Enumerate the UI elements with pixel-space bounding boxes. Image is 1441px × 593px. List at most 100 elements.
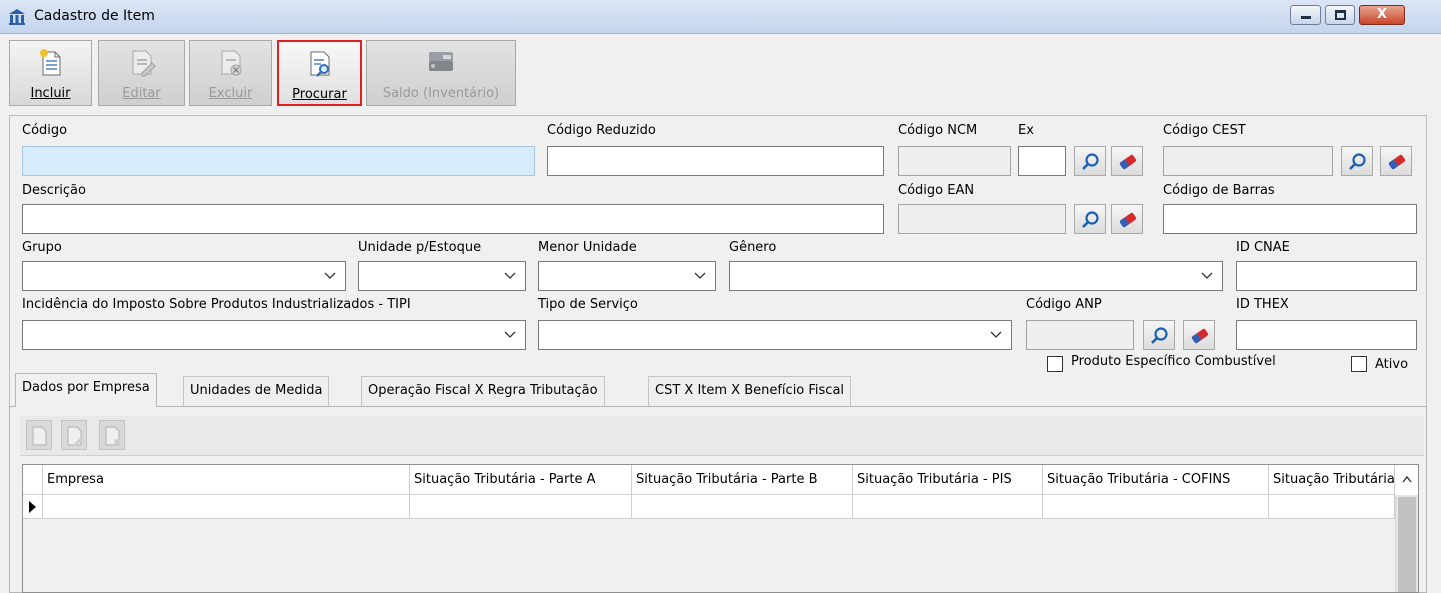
grupo-select[interactable]: [22, 261, 346, 291]
ean-clear-button[interactable]: [1111, 204, 1143, 234]
ean-search-button[interactable]: [1074, 204, 1106, 234]
tab-operacao-fiscal[interactable]: Operação Fiscal X Regra Tributação: [361, 376, 605, 406]
saldo-inventario-button[interactable]: Saldo (Inventário): [366, 40, 516, 106]
grid-toolbar: [20, 416, 1424, 456]
row-indicator: [23, 495, 43, 519]
id-thex-input[interactable]: [1236, 320, 1417, 350]
id-thex-label: ID THEX: [1236, 297, 1289, 312]
scrollbar-thumb[interactable]: [1398, 497, 1416, 592]
incidencia-ipi-label: Incidência do Imposto Sobre Produtos Ind…: [22, 297, 411, 312]
ncm-search-button[interactable]: [1074, 146, 1106, 176]
new-document-icon: [37, 47, 65, 77]
new-document-icon: [32, 426, 47, 446]
ativo-label: Ativo: [1375, 357, 1409, 372]
anp-search-button[interactable]: [1143, 320, 1175, 350]
tipo-servico-select[interactable]: [538, 320, 1012, 350]
eraser-icon: [1119, 154, 1137, 170]
window-title: Cadastro de Item: [34, 8, 155, 24]
table-cell[interactable]: [1269, 495, 1395, 519]
codigo-barras-input[interactable]: [1163, 204, 1417, 234]
ativo-checkbox[interactable]: [1351, 356, 1367, 372]
table-cell[interactable]: [853, 495, 1043, 519]
codigo-ncm-label: Código NCM: [898, 123, 978, 138]
grupo-label: Grupo: [22, 240, 62, 255]
chevron-down-icon: [694, 272, 706, 279]
col-situacao-tributaria[interactable]: Situação Tributária: [1269, 465, 1395, 495]
menor-unidade-select[interactable]: [538, 261, 716, 291]
table-cell[interactable]: [410, 495, 632, 519]
col-pis[interactable]: Situação Tributária - PIS: [853, 465, 1043, 495]
ncm-clear-button[interactable]: [1111, 146, 1143, 176]
codigo-anp-label: Código ANP: [1026, 297, 1102, 312]
codigo-anp-input[interactable]: [1026, 320, 1134, 350]
saldo-label: Saldo (Inventário): [382, 86, 500, 101]
chevron-down-icon: [1201, 272, 1213, 279]
codigo-ean-input[interactable]: [898, 204, 1066, 234]
grid-corner: [23, 465, 43, 495]
eraser-icon: [1191, 328, 1209, 344]
table-cell[interactable]: [632, 495, 853, 519]
chevron-down-icon: [504, 272, 516, 279]
col-parte-b[interactable]: Situação Tributária - Parte B: [632, 465, 853, 495]
chevron-down-icon: [504, 331, 516, 338]
grid-delete-button[interactable]: [99, 420, 125, 450]
unidade-estoque-label: Unidade p/Estoque: [358, 240, 482, 255]
codigo-ean-label: Código EAN: [898, 183, 975, 198]
empresa-grid[interactable]: Empresa Situação Tributária - Parte A Si…: [22, 464, 1419, 593]
produto-combustivel-checkbox[interactable]: [1047, 356, 1063, 372]
window-titlebar: [0, 0, 1441, 34]
excluir-button[interactable]: Excluir: [189, 40, 272, 106]
tab-dados-por-empresa[interactable]: Dados por Empresa: [15, 373, 157, 407]
inventory-icon: [425, 47, 457, 77]
search-document-icon: [306, 48, 334, 78]
codigo-barras-label: Código de Barras: [1163, 183, 1275, 198]
incluir-label: Incluir: [30, 86, 71, 101]
tipo-servico-label: Tipo de Serviço: [538, 297, 638, 312]
col-empresa[interactable]: Empresa: [43, 465, 410, 495]
unidade-estoque-select[interactable]: [358, 261, 526, 291]
row-pointer-icon: [29, 501, 36, 513]
tab-unidades-medida[interactable]: Unidades de Medida: [183, 376, 330, 406]
delete-document-icon: [105, 426, 120, 446]
genero-select[interactable]: [729, 261, 1223, 291]
ex-input[interactable]: [1018, 146, 1066, 176]
descricao-label: Descrição: [22, 183, 86, 198]
search-icon: [1151, 327, 1168, 344]
grid-add-button[interactable]: [26, 420, 52, 450]
ex-label: Ex: [1018, 123, 1034, 138]
codigo-label: Código: [22, 123, 68, 138]
search-icon: [1082, 211, 1099, 228]
descricao-input[interactable]: [22, 204, 884, 234]
app-bank-icon: [8, 8, 26, 26]
col-parte-a[interactable]: Situação Tributária - Parte A: [410, 465, 632, 495]
maximize-button[interactable]: [1325, 5, 1355, 25]
cest-clear-button[interactable]: [1380, 146, 1412, 176]
grid-edit-button[interactable]: [61, 420, 87, 450]
chevron-up-icon: [1402, 475, 1412, 483]
procurar-button[interactable]: Procurar: [277, 40, 362, 106]
edit-document-icon: [67, 426, 84, 446]
tab-cst-beneficio[interactable]: CST X Item X Benefício Fiscal: [648, 376, 852, 406]
procurar-label: Procurar: [292, 87, 347, 102]
codigo-cest-input[interactable]: [1163, 146, 1333, 176]
incluir-button[interactable]: Incluir: [9, 40, 92, 106]
table-cell[interactable]: [1043, 495, 1269, 519]
col-cofins[interactable]: Situação Tributária - COFINS: [1043, 465, 1269, 495]
id-cnae-input[interactable]: [1236, 261, 1417, 291]
editar-button[interactable]: Editar: [98, 40, 185, 106]
close-button[interactable]: X: [1359, 5, 1405, 25]
cest-search-button[interactable]: [1341, 146, 1373, 176]
scroll-up-button[interactable]: [1395, 465, 1418, 495]
minimize-button[interactable]: [1290, 5, 1321, 25]
excluir-label: Excluir: [208, 86, 253, 101]
produto-combustivel-label: Produto Específico Combustível: [1071, 354, 1276, 369]
incidencia-ipi-select[interactable]: [22, 320, 526, 350]
eraser-icon: [1388, 154, 1406, 170]
codigo-ncm-input[interactable]: [898, 146, 1011, 176]
anp-clear-button[interactable]: [1183, 320, 1215, 350]
editar-label: Editar: [122, 86, 161, 101]
id-cnae-label: ID CNAE: [1236, 240, 1290, 255]
codigo-reduzido-input[interactable]: [547, 146, 884, 176]
codigo-input[interactable]: [22, 146, 535, 176]
table-cell[interactable]: [43, 495, 410, 519]
